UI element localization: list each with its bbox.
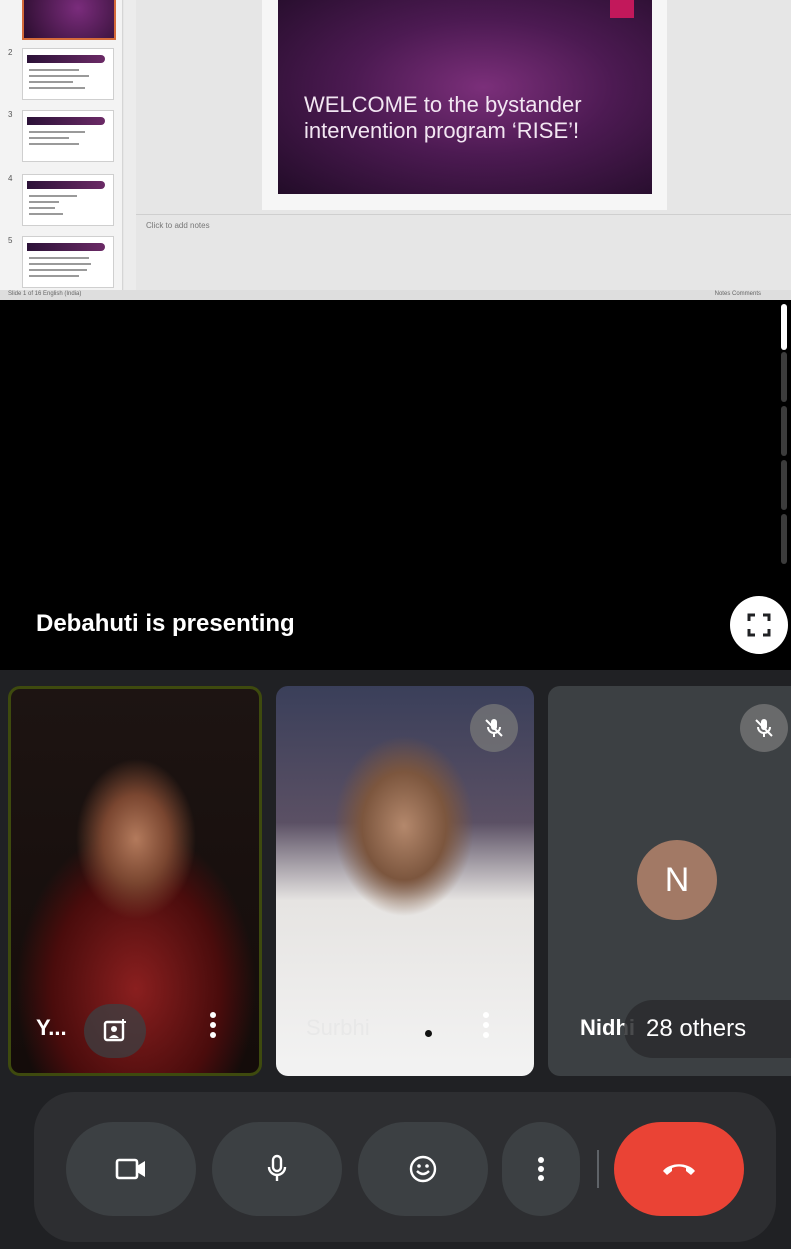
- effects-button[interactable]: [84, 1004, 146, 1058]
- thumbnail-image: [22, 236, 114, 288]
- mic-off-badge: [470, 704, 518, 752]
- slide-title: WELCOME to the bystander intervention pr…: [304, 92, 582, 143]
- thumbnail-number: 5: [8, 236, 13, 245]
- notes-field[interactable]: Click to add notes: [146, 221, 210, 230]
- more-vert-icon[interactable]: [483, 1012, 491, 1042]
- mic-off-badge: [740, 704, 788, 752]
- slide-thumbnail-2[interactable]: 2: [0, 48, 122, 100]
- slide-thumbnail-5[interactable]: 5: [0, 236, 122, 288]
- more-vert-icon: [538, 1157, 544, 1181]
- microphone-button[interactable]: [212, 1122, 342, 1216]
- hang-up-icon: [663, 1164, 695, 1175]
- leave-call-button[interactable]: [614, 1122, 744, 1216]
- slide-thumbnail-pane[interactable]: 2 3 4 5: [0, 0, 123, 290]
- thumbnail-image: [22, 48, 114, 100]
- more-vert-icon[interactable]: [210, 1012, 218, 1042]
- page-indicator[interactable]: [781, 352, 787, 402]
- slide-thumbnail-4[interactable]: 4: [0, 174, 122, 226]
- camera-button[interactable]: [66, 1122, 196, 1216]
- mic-off-icon: [485, 719, 503, 737]
- page-indicator[interactable]: [781, 514, 787, 564]
- participant-name: Surbhi: [306, 1015, 370, 1040]
- mic-off-icon: [755, 719, 773, 737]
- status-view-controls[interactable]: Notes Comments: [715, 291, 761, 297]
- shared-screen: 2 3 4 5 WELCOME to the bystander interve…: [0, 0, 791, 300]
- page-indicator[interactable]: [781, 406, 787, 456]
- thumbnail-number: 3: [8, 110, 13, 119]
- effects-icon: [103, 1019, 126, 1042]
- audio-indicator: [425, 1030, 432, 1037]
- presenter-label: Debahuti is presenting: [36, 610, 295, 637]
- notes-divider: [136, 214, 791, 215]
- thumbnail-number: 2: [8, 48, 13, 57]
- slide-thumbnail-3[interactable]: 3: [0, 110, 122, 162]
- slide-accent-tab: [610, 0, 634, 18]
- thumbnail-image: [22, 0, 116, 40]
- others-count-button[interactable]: 28 others: [624, 1000, 791, 1058]
- page-indicator-active[interactable]: [781, 304, 787, 350]
- camera-icon: [115, 1158, 145, 1180]
- avatar: N: [637, 840, 717, 920]
- emoji-icon: [409, 1155, 437, 1183]
- thumbnail-number: 4: [8, 174, 13, 183]
- controls-divider: [597, 1150, 599, 1188]
- reactions-button[interactable]: [358, 1122, 488, 1216]
- fullscreen-button[interactable]: [730, 596, 788, 654]
- more-options-button[interactable]: [502, 1122, 580, 1216]
- thumbnail-scrollbar[interactable]: [124, 0, 136, 290]
- status-bar: Slide 1 of 16 English (India) Notes Comm…: [0, 290, 791, 300]
- page-indicator[interactable]: [781, 460, 787, 510]
- thumbnail-image: [22, 110, 114, 162]
- mic-icon: [267, 1154, 287, 1181]
- thumbnail-image: [22, 174, 114, 226]
- participant-name: Y...: [36, 1015, 67, 1040]
- slide-thumbnail-1[interactable]: [0, 0, 122, 40]
- fullscreen-icon: [747, 613, 771, 637]
- status-slide-info: Slide 1 of 16 English (India): [8, 291, 82, 297]
